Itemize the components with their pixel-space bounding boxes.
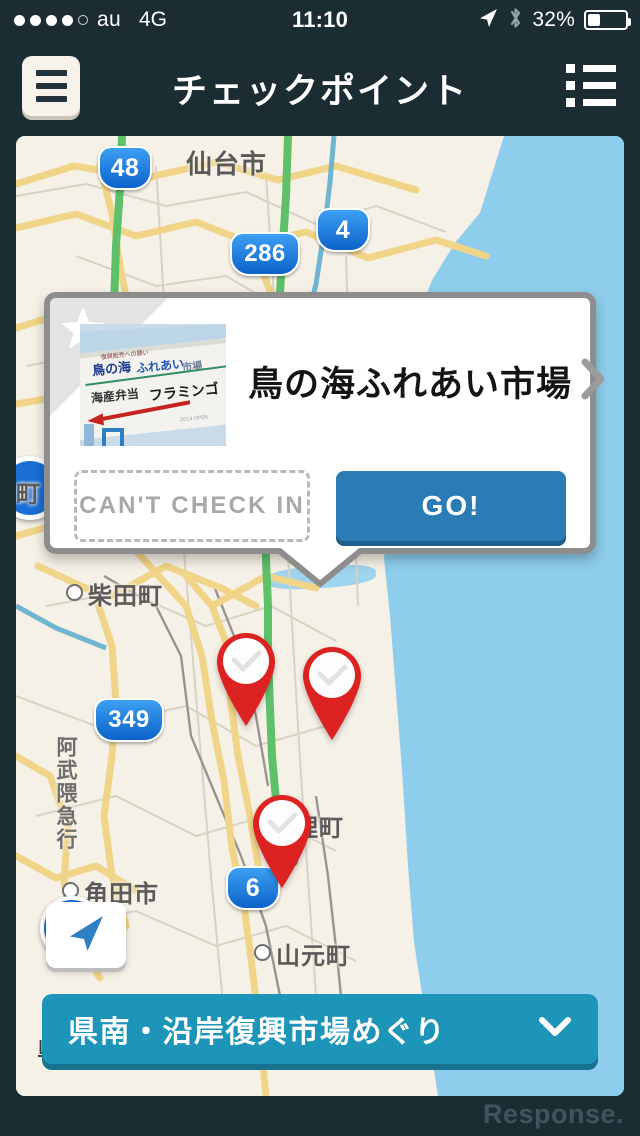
route-shield-286: 286 [230, 232, 300, 276]
callout-tail [276, 548, 364, 587]
map-place-dot [66, 584, 83, 601]
source-watermark: Response. [482, 1099, 624, 1129]
status-bar-right: 32% [477, 0, 631, 40]
map-view[interactable]: 仙台市柴田町角田市山元町理町町 4842863496 阿武隈急行 Legal [16, 136, 624, 1096]
cant-check-in-button[interactable]: CAN'T CHECK IN [74, 470, 310, 542]
page-title: チェックポイント [171, 71, 468, 111]
checkpoint-card-actions: CAN'T CHECK IN GO! [70, 470, 570, 542]
route-shield-349: 349 [94, 698, 164, 742]
go-button[interactable]: GO! [336, 471, 566, 541]
map-place-dot [254, 944, 271, 961]
list-icon-row [566, 81, 618, 90]
battery-icon [584, 10, 631, 30]
list-view-button[interactable] [566, 64, 618, 110]
location-arrow-icon [477, 7, 499, 34]
chevron-right-icon[interactable] [578, 356, 612, 407]
app-screen: au 4G 11:10 32% チェックポイント 仙台市 柴田町 角田市 山元町… [0, 0, 640, 1136]
route-shield-4: 4 [316, 208, 370, 252]
status-bar: au 4G 11:10 32% [0, 0, 640, 40]
course-selector[interactable]: 県南・沿岸復興市場めぐり [42, 994, 598, 1064]
map-label-仙台市: 仙台市 [186, 149, 268, 179]
locate-me-button[interactable] [46, 902, 126, 968]
checkpoint-thumbnail[interactable]: 鳥の海 ふれあい 市場 復興販売への願い 海産弁当 フラミンゴ 2014 OPE… [80, 324, 226, 446]
checkpoint-card-top: 鳥の海 ふれあい 市場 復興販売への願い 海産弁当 フラミンゴ 2014 OPE… [70, 316, 605, 446]
map-label-町: 町 [16, 481, 41, 508]
checkpoint-callout: 鳥の海 ふれあい 市場 復興販売への願い 海産弁当 フラミンゴ 2014 OPE… [44, 292, 605, 587]
map-label-railway: 阿武隈急行 [54, 736, 77, 851]
checkpoint-card: 鳥の海 ふれあい 市場 復興販売への願い 海産弁当 フラミンゴ 2014 OPE… [44, 292, 605, 554]
checkpoint-pin-2[interactable] [294, 638, 370, 742]
map-label-柴田町: 柴田町 [88, 583, 163, 610]
nav-bar: チェックポイント [0, 40, 640, 136]
chevron-down-icon [538, 1016, 572, 1043]
map-label-山元町: 山元町 [276, 943, 351, 970]
battery-percent-label: 32% [532, 8, 575, 31]
navigation-arrow-icon [64, 911, 108, 960]
checkpoint-pin-1[interactable] [208, 624, 284, 728]
list-icon-row [566, 64, 618, 73]
checkpoint-title: 鳥の海ふれあい市場 [248, 364, 573, 404]
course-name-label: 県南・沿岸復興市場めぐり [68, 1016, 446, 1049]
route-shield-48: 48 [98, 146, 152, 190]
bluetooth-icon [508, 6, 523, 35]
checkpoint-pin-3[interactable] [244, 786, 320, 890]
list-icon-row [566, 98, 618, 107]
